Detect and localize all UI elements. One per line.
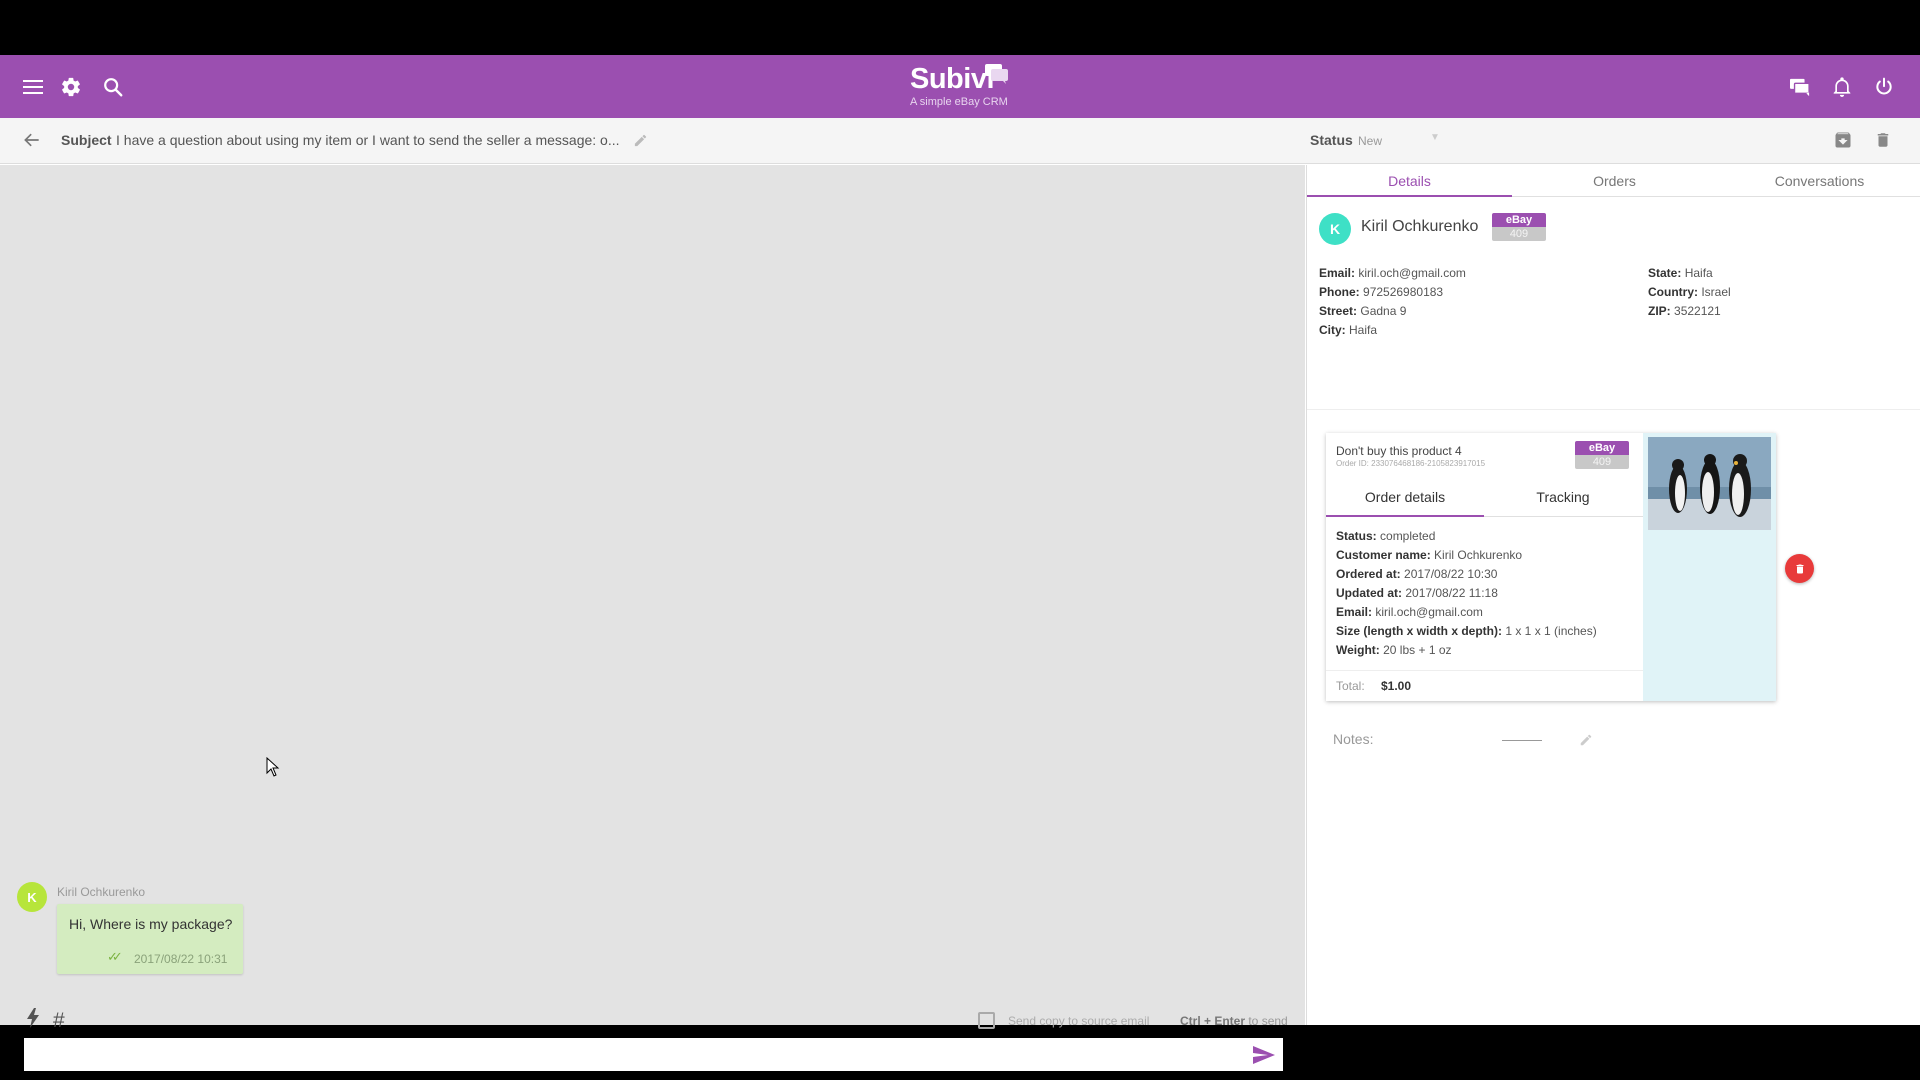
send-copy-checkbox[interactable] — [978, 1012, 995, 1029]
send-hint-text: to send — [1245, 1014, 1288, 1028]
message-text: Hi, Where is my package? — [69, 916, 233, 932]
customer-email: Email: kiril.och@gmail.com — [1319, 266, 1466, 280]
brand-logo: Subivi A simple eBay CRM — [900, 61, 1040, 113]
message-input[interactable] — [24, 1038, 1283, 1071]
top-bar: Subivi A simple eBay CRM — [0, 55, 1920, 118]
details-panel: Details Orders Conversations K Kiril Och… — [1306, 165, 1920, 1025]
settings-icon[interactable] — [55, 71, 87, 103]
customer-street: Street: Gadna 9 — [1319, 304, 1407, 318]
subject-text: I have a question about using my item or… — [116, 132, 620, 148]
ebay-badge-label: eBay — [1492, 213, 1546, 227]
order-title: Don't buy this product 4 — [1336, 444, 1462, 458]
notes-field[interactable] — [1502, 740, 1542, 741]
trash-icon — [1796, 564, 1803, 573]
chat-icon[interactable] — [1784, 71, 1816, 103]
delivered-check-icon: ✓✓ — [107, 949, 123, 964]
power-icon[interactable] — [1868, 71, 1900, 103]
status-dropdown-icon[interactable]: ▼ — [1430, 132, 1440, 143]
customer-avatar: K — [1319, 213, 1351, 245]
delete-order-button[interactable] — [1785, 554, 1814, 583]
hashtag-icon[interactable]: # — [53, 1009, 65, 1033]
product-image — [1648, 437, 1771, 530]
brand-chat-icon — [985, 64, 1008, 84]
status-label: Status — [1310, 132, 1353, 148]
send-hint: Ctrl + Enter to send — [1180, 1014, 1288, 1028]
customer-state: State: Haifa — [1648, 266, 1713, 280]
chat-area: K Kiril Ochkurenko Hi, Where is my packa… — [0, 165, 1305, 1071]
send-copy-label: Send copy to source email — [1008, 1014, 1150, 1028]
order-updated-at: Updated at: 2017/08/22 11:18 — [1336, 586, 1498, 600]
app-window: Subivi A simple eBay CRM Subject I have … — [0, 55, 1920, 1071]
order-id: Order ID: 233076468186-2105823917015 — [1336, 459, 1486, 468]
menu-icon[interactable] — [17, 71, 49, 103]
message-author: Kiril Ochkurenko — [57, 885, 146, 899]
screen: Subivi A simple eBay CRM Subject I have … — [0, 0, 1920, 1080]
ebay-feedback-badge: eBay 409 — [1492, 213, 1546, 241]
edit-notes-icon[interactable] — [1579, 733, 1593, 752]
customer-phone: Phone: 972526980183 — [1319, 285, 1444, 299]
order-info: Don't buy this product 4 Order ID: 23307… — [1326, 433, 1643, 701]
product-image-area — [1643, 433, 1776, 701]
brand-tagline: A simple eBay CRM — [910, 96, 1008, 108]
order-ebay-badge: eBay 409 — [1575, 441, 1629, 469]
customer-name: Kiril Ochkurenko — [1361, 218, 1479, 235]
ebay-badge-score: 409 — [1492, 227, 1546, 241]
tab-details[interactable]: Details — [1307, 165, 1512, 197]
order-badge-score: 409 — [1575, 455, 1629, 469]
panel-tabs: Details Orders Conversations — [1307, 165, 1920, 197]
tab-tracking[interactable]: Tracking — [1484, 477, 1642, 517]
order-status: Status: completed — [1336, 529, 1436, 543]
edit-subject-icon[interactable] — [633, 133, 648, 153]
mouse-cursor-icon — [266, 756, 280, 782]
order-tabs: Order details Tracking — [1326, 477, 1643, 517]
notes-label: Notes: — [1333, 731, 1374, 747]
bell-icon[interactable] — [1826, 71, 1858, 103]
message-bubble: Hi, Where is my package? ✓✓ 2017/08/22 1… — [57, 904, 243, 974]
send-hint-keys: Ctrl + Enter — [1180, 1014, 1246, 1028]
order-badge-label: eBay — [1575, 441, 1629, 455]
customer-info-left: Email: kiril.och@gmail.com Phone: 972526… — [1319, 264, 1466, 340]
send-icon[interactable] — [1252, 1045, 1276, 1065]
message-avatar: K — [17, 882, 47, 912]
tab-conversations[interactable]: Conversations — [1717, 165, 1920, 197]
delete-conversation-icon[interactable] — [1874, 130, 1892, 155]
total-label: Total: — [1336, 679, 1365, 693]
order-card: Don't buy this product 4 Order ID: 23307… — [1326, 433, 1776, 701]
quick-reply-icon[interactable] — [27, 1008, 39, 1034]
order-email: Email: kiril.och@gmail.com — [1336, 605, 1483, 619]
order-customer-name: Customer name: Kiril Ochkurenko — [1336, 548, 1523, 562]
brand-name: Subivi — [910, 63, 995, 95]
panel-divider — [1307, 409, 1920, 410]
order-ordered-at: Ordered at: 2017/08/22 10:30 — [1336, 567, 1498, 581]
order-size: Size (length x width x depth): 1 x 1 x 1… — [1336, 624, 1597, 638]
tab-order-details[interactable]: Order details — [1326, 477, 1484, 517]
message-time: 2017/08/22 10:31 — [134, 952, 228, 966]
customer-zip: ZIP: 3522121 — [1648, 304, 1721, 318]
back-arrow-icon[interactable] — [22, 130, 42, 155]
status-select[interactable]: New — [1358, 134, 1382, 148]
total-value: $1.00 — [1381, 679, 1412, 693]
archive-icon[interactable] — [1833, 130, 1853, 155]
subject-label: Subject — [61, 132, 112, 148]
order-total: Total: $1.00 — [1326, 670, 1643, 701]
subject-bar: Subject I have a question about using my… — [0, 118, 1920, 164]
order-weight: Weight: 20 lbs + 1 oz — [1336, 643, 1452, 657]
customer-city: City: Haifa — [1319, 323, 1378, 337]
compose-tools: # — [27, 1008, 65, 1034]
customer-info-right: State: Haifa Country: Israel ZIP: 352212… — [1648, 264, 1731, 321]
tab-orders[interactable]: Orders — [1512, 165, 1717, 197]
order-details-list: Status: completed Customer name: Kiril O… — [1336, 527, 1597, 660]
search-icon[interactable] — [97, 71, 129, 103]
customer-country: Country: Israel — [1648, 285, 1731, 299]
